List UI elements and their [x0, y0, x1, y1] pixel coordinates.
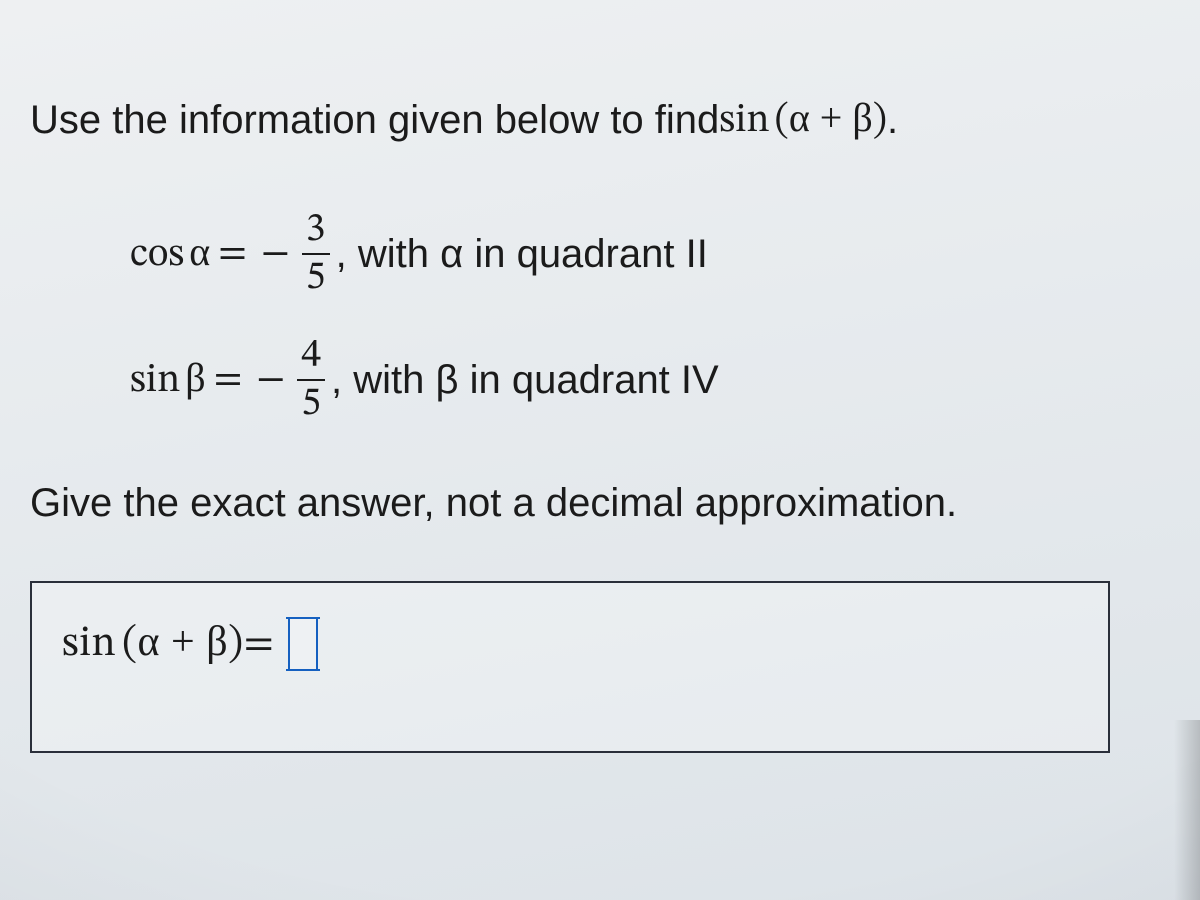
fraction-4-over-5: 4 5 [297, 335, 325, 425]
minus-sign: − [255, 229, 296, 279]
fraction-bar [297, 379, 325, 381]
numerator: 3 [302, 209, 330, 251]
prompt-line: Use the information given below to find … [30, 90, 1160, 149]
equals-sign: = [210, 229, 255, 279]
target-arg: α + β [789, 95, 873, 140]
fn-sin: sin [719, 101, 769, 141]
fraction-3-over-5: 3 5 [302, 209, 330, 299]
answer-box: sin (α + β) = [30, 581, 1110, 753]
numerator: 4 [297, 335, 325, 377]
given-alpha-line: cos α = − 3 5 , with α in quadrant II [130, 209, 1160, 299]
prompt-target-expression: sin (α + β) [719, 90, 887, 149]
fn-sin: sin [130, 361, 180, 401]
fn-sin: sin [62, 623, 116, 665]
cos-alpha-label: cos α [130, 228, 210, 280]
answer-input[interactable] [288, 617, 318, 671]
var-beta: β [185, 355, 205, 400]
prompt-lead-text: Use the information given below to find [30, 92, 719, 148]
close-paren: ) [873, 101, 887, 141]
alpha-quadrant-text: , with α in quadrant II [336, 232, 708, 277]
given-block: cos α = − 3 5 , with α in quadrant II si… [130, 209, 1160, 425]
answer-lhs: sin (α + β) [62, 618, 244, 671]
answer-row: sin (α + β) = [62, 617, 1078, 671]
problem-container: Use the information given below to find … [30, 90, 1160, 753]
sin-beta-label: sin β [130, 354, 206, 406]
instruction-text: Give the exact answer, not a decimal app… [30, 475, 957, 531]
var-alpha: α [189, 229, 210, 274]
close-paren: ) [228, 623, 244, 665]
prompt-period: . [887, 92, 898, 148]
denominator: 5 [302, 257, 330, 299]
minus-sign: − [250, 355, 291, 405]
denominator: 5 [297, 383, 325, 425]
fn-cos: cos [130, 235, 184, 275]
open-paren: ( [775, 101, 789, 141]
edge-shadow [1174, 720, 1200, 900]
fraction-bar [302, 253, 330, 255]
answer-arg: α + β [138, 619, 229, 665]
instruction-line: Give the exact answer, not a decimal app… [30, 475, 1160, 531]
equals-sign: = [244, 618, 274, 671]
open-paren: ( [122, 623, 138, 665]
equals-sign: = [206, 355, 251, 405]
beta-quadrant-text: , with β in quadrant IV [331, 358, 719, 403]
given-beta-line: sin β = − 4 5 , with β in quadrant IV [130, 335, 1160, 425]
